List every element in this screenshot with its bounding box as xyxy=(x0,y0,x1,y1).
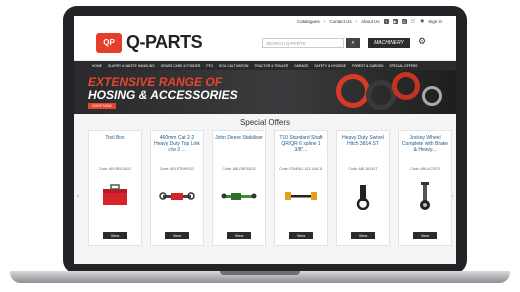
product-card[interactable]: T10 Standard Shaft QR/QR 6 spline 1 3/8"… xyxy=(274,130,328,246)
product-image[interactable] xyxy=(407,181,443,211)
section-title: Special Offers xyxy=(239,118,291,127)
site-logo[interactable]: QP Q-PARTS xyxy=(96,32,203,53)
product-code: Code: ABI-RTBH0022 xyxy=(159,167,195,171)
clamp-image xyxy=(422,86,442,106)
laptop-notch xyxy=(220,271,300,275)
logo-badge: QP xyxy=(96,32,122,53)
product-image[interactable] xyxy=(345,181,381,211)
banner-title: EXTENSIVE RANGE OF xyxy=(88,75,223,89)
product-image[interactable] xyxy=(221,181,257,211)
youtube-icon[interactable]: ▶ xyxy=(392,18,398,24)
nav-item-garage[interactable]: GARAGE xyxy=(294,64,308,68)
product-name[interactable]: Jockey Wheel Complete with Brake & Heavy… xyxy=(401,135,449,153)
view-button[interactable]: View xyxy=(103,232,127,239)
hero-banner[interactable]: EXTENSIVE RANGE OF HOSING & ACCESSORIES … xyxy=(74,70,456,114)
search-icon: ⌕ xyxy=(351,40,355,46)
tractor-icon[interactable]: ⚙ xyxy=(418,36,426,47)
top-utility-bar: Catalogues • Contact Us • About Us f ▶ ◎… xyxy=(74,16,456,28)
nav-item-soil[interactable]: SOIL CULTIVATION xyxy=(219,64,248,68)
catalogues-link[interactable]: Catalogues xyxy=(297,19,320,24)
product-card[interactable]: 460mm Cat 2-2 Heavy Duty Top Link c/w 2 … xyxy=(150,130,204,246)
main-nav: HOME SLURRY & WASTE HANDLING GRASS CARE … xyxy=(74,61,456,70)
sign-in-link[interactable]: Sign in xyxy=(428,19,442,24)
view-button[interactable]: View xyxy=(165,232,189,239)
product-image[interactable] xyxy=(159,181,195,211)
nav-item-slurry[interactable]: SLURRY & WASTE HANDLING xyxy=(108,64,155,68)
special-offers-section: Special Offers ‹ › Tool Box Code: ABI-RB… xyxy=(74,114,456,264)
product-carousel: Tool Box Code: ABI-RBC4002 View 460mm Ca… xyxy=(88,130,452,246)
product-name[interactable]: T10 Standard Shaft QR/QR 6 spline 1 3/8"… xyxy=(277,135,325,153)
view-button[interactable]: View xyxy=(413,232,437,239)
nav-item-special-offers[interactable]: SPECIAL OFFERS xyxy=(389,64,417,68)
view-button[interactable]: View xyxy=(227,232,251,239)
instagram-icon[interactable]: ◎ xyxy=(401,18,407,24)
nav-item-forest-garden[interactable]: FOREST & GARDEN xyxy=(352,64,383,68)
site-header: QP Q-PARTS SEARCH Q-PARTS ⌕ MACHINERY ⚙ xyxy=(74,28,456,61)
product-card[interactable]: Jockey Wheel Complete with Brake & Heavy… xyxy=(398,130,452,246)
nav-item-grass-care[interactable]: GRASS CARE & FODDER xyxy=(161,64,201,68)
nav-item-safety[interactable]: SAFETY & HYGIENE xyxy=(314,64,346,68)
hose-image xyxy=(336,74,370,108)
shop-now-button[interactable]: SHOP NOW xyxy=(88,103,116,109)
product-name[interactable]: 460mm Cat 2-2 Heavy Duty Top Link c/w 2 … xyxy=(153,135,201,153)
carousel-prev-icon[interactable]: ‹ xyxy=(77,194,79,200)
product-code: Code: ABI-RWTB203 xyxy=(222,167,256,171)
product-name[interactable]: John Deere Stabiliser xyxy=(215,135,263,141)
product-code: Code: EDM061-103-1AB-11 xyxy=(279,167,323,171)
user-icon[interactable]: ◉ xyxy=(420,18,424,24)
product-name[interactable]: Heavy Duty Swivel Hitch 3814.ST xyxy=(339,135,387,147)
product-card[interactable]: Tool Box Code: ABI-RBC4002 View xyxy=(88,130,142,246)
facebook-icon[interactable]: f xyxy=(383,18,389,24)
view-button[interactable]: View xyxy=(289,232,313,239)
hose-image xyxy=(392,72,420,100)
laptop-screen: Catalogues • Contact Us • About Us f ▶ ◎… xyxy=(74,16,456,264)
view-button[interactable]: View xyxy=(351,232,375,239)
about-us-link[interactable]: About Us xyxy=(361,19,380,24)
product-code: Code: ABI-AC2570 xyxy=(410,167,440,171)
cart-icon[interactable]: 🛒 xyxy=(411,18,417,24)
machinery-button[interactable]: MACHINERY xyxy=(368,38,410,48)
search-input[interactable]: SEARCH Q-PARTS xyxy=(262,38,344,48)
product-code: Code: ABI-RBC4002 xyxy=(98,167,132,171)
nav-item-pto[interactable]: PTO xyxy=(206,64,213,68)
nav-item-tractor-trailer[interactable]: TRACTOR & TRAILER xyxy=(254,64,288,68)
product-card[interactable]: Heavy Duty Swivel Hitch 3814.ST Code: AB… xyxy=(336,130,390,246)
logo-text: Q-PARTS xyxy=(126,32,203,52)
nav-item-home[interactable]: HOME xyxy=(92,64,102,68)
search-button[interactable]: ⌕ xyxy=(346,38,360,48)
product-card[interactable]: John Deere Stabiliser Code: ABI-RWTB203 … xyxy=(212,130,266,246)
contact-us-link[interactable]: Contact Us xyxy=(329,19,351,24)
banner-subtitle: HOSING & ACCESSORIES xyxy=(88,88,238,102)
product-name[interactable]: Tool Box xyxy=(91,135,139,141)
product-image[interactable] xyxy=(97,181,133,211)
product-image[interactable] xyxy=(283,181,319,211)
product-code: Code: ABI-3814ST xyxy=(348,167,378,171)
